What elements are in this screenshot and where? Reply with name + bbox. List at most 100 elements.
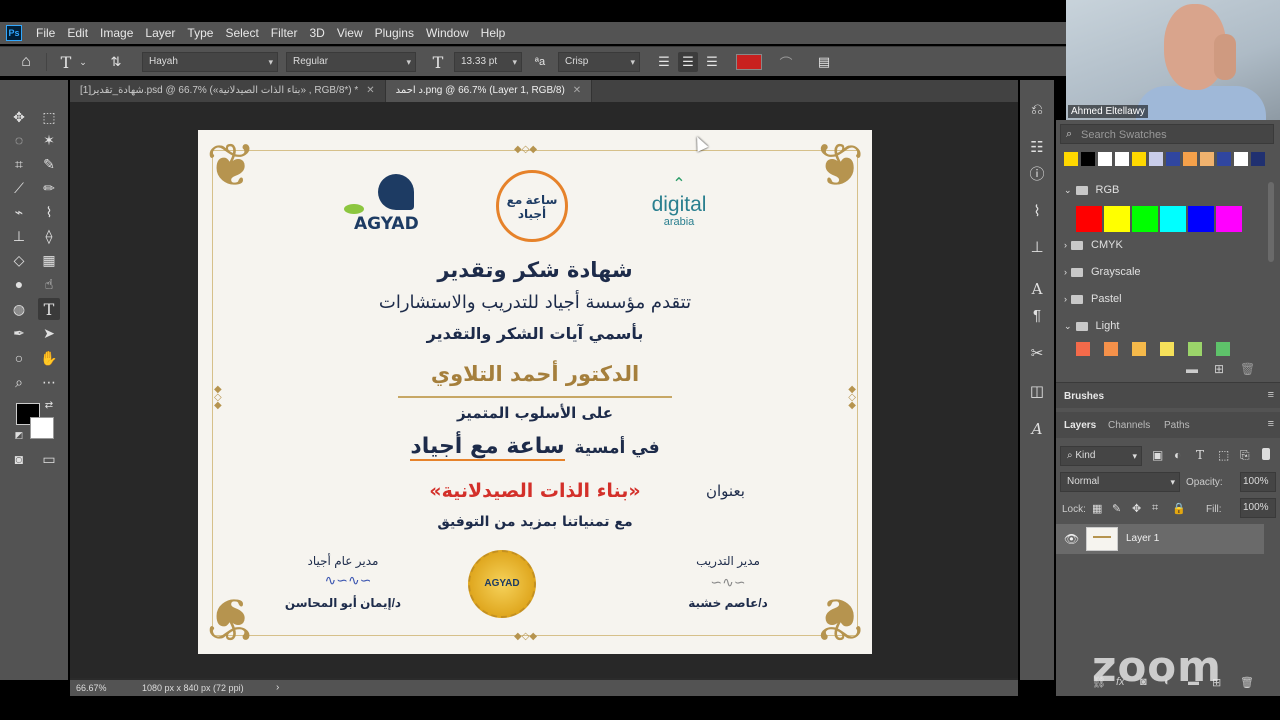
character-panel-icon[interactable]: ▤ <box>814 52 834 72</box>
color-swatch[interactable] <box>1188 206 1214 232</box>
color-swatch[interactable] <box>1216 342 1230 356</box>
color-swatch[interactable] <box>1149 152 1163 166</box>
crop-tool-icon[interactable]: ⌗ <box>8 153 30 175</box>
screen-mode-icon[interactable]: ▭ <box>38 448 60 470</box>
color-swatch[interactable] <box>1132 342 1146 356</box>
close-icon[interactable]: ✕ <box>573 85 581 96</box>
ellipse-tool-icon[interactable]: ○ <box>8 347 30 369</box>
text-color-swatch[interactable] <box>736 54 762 70</box>
tools-panel-icon[interactable]: ✂ <box>1026 342 1048 364</box>
chevron-down-icon[interactable]: ⌄ <box>78 52 88 72</box>
menu-edit[interactable]: Edit <box>61 22 94 44</box>
close-icon[interactable]: ✕ <box>366 85 374 96</box>
color-swatch[interactable] <box>1098 152 1112 166</box>
document-tab-png[interactable]: د احمد.png @ 66.7% (Layer 1, RGB/8) ✕ <box>385 80 593 102</box>
font-style-select[interactable]: Regular ▾ <box>286 52 416 72</box>
lock-transparent-icon[interactable]: ▦ <box>1092 502 1102 515</box>
tab-channels[interactable]: Channels <box>1108 420 1150 431</box>
lock-artboard-icon[interactable]: ⌗ <box>1152 502 1158 515</box>
brush-tool-icon[interactable]: ⌇ <box>38 201 60 223</box>
color-swatch[interactable] <box>1132 206 1158 232</box>
brushes-panel-header[interactable]: Brushes ≡ <box>1056 382 1280 408</box>
color-swatch[interactable] <box>1217 152 1231 166</box>
info-panel-icon[interactable]: ⓘ <box>1026 162 1048 184</box>
pencil-tool-icon[interactable]: ✏ <box>38 177 60 199</box>
opacity-input[interactable]: 100% <box>1240 472 1276 492</box>
menu-type[interactable]: Type <box>181 22 219 44</box>
delete-layer-icon[interactable]: 🗑 <box>1240 676 1254 689</box>
color-swatch[interactable] <box>1188 342 1202 356</box>
color-swatch[interactable] <box>1216 206 1242 232</box>
certificate-canvas[interactable]: ❦ ❦ ❦ ❦ ◆◇◆ ◆◇◆ ◆ ◇ ◆ ◆ ◇ ◆ AGYAD ساعة مع أج… <box>198 130 872 654</box>
clone-source-icon[interactable]: ⊥ <box>1026 236 1048 258</box>
filter-shape-icon[interactable]: ⬚ <box>1218 448 1229 462</box>
color-swatch[interactable] <box>1064 152 1078 166</box>
menu-filter[interactable]: Filter <box>265 22 304 44</box>
default-colors-icon[interactable]: ◩ <box>12 428 26 442</box>
swatch-group-light[interactable]: ⌄ Light <box>1064 316 1119 336</box>
menu-3d[interactable]: 3D <box>303 22 330 44</box>
color-swatch[interactable] <box>1234 152 1248 166</box>
color-swatch[interactable] <box>1166 152 1180 166</box>
brushes-tab[interactable]: Brushes <box>1064 391 1104 402</box>
filter-adjustment-icon[interactable]: ◐ <box>1174 448 1181 462</box>
history-panel-icon[interactable]: ⎌ <box>1026 98 1048 120</box>
visibility-eye-icon[interactable]: 👁 <box>1064 532 1079 546</box>
fill-input[interactable]: 100% <box>1240 498 1276 518</box>
warp-text-icon[interactable]: ⌒ <box>776 52 796 72</box>
brush-settings-icon[interactable]: ⌇ <box>1026 200 1048 222</box>
more-tools-icon[interactable]: ⋯ <box>38 371 60 393</box>
eraser-tool-icon[interactable]: ◇ <box>8 249 30 271</box>
lock-all-icon[interactable]: 🔒 <box>1172 502 1186 515</box>
delete-icon[interactable]: 🗑 <box>1240 362 1255 376</box>
menu-layer[interactable]: Layer <box>139 22 181 44</box>
menu-plugins[interactable]: Plugins <box>369 22 420 44</box>
healing-brush-tool-icon[interactable]: ⟋ <box>8 177 30 199</box>
swatch-group-pastel[interactable]: › Pastel <box>1064 289 1122 309</box>
color-swatch[interactable] <box>1160 206 1186 232</box>
gradient-tool-icon[interactable]: ▦ <box>38 249 60 271</box>
new-group-icon[interactable]: ▬ <box>1186 362 1198 376</box>
tab-paths[interactable]: Paths <box>1164 420 1190 431</box>
font-size-select[interactable]: 13.33 pt ▾ <box>454 52 522 72</box>
color-swatch[interactable] <box>1081 152 1095 166</box>
tab-layers[interactable]: Layers <box>1064 420 1096 431</box>
color-swatch[interactable] <box>1076 206 1102 232</box>
background-color-swatch[interactable] <box>30 417 54 439</box>
lock-position-icon[interactable]: ✥ <box>1132 502 1141 515</box>
zoom-level[interactable]: 66.67% <box>76 683 107 693</box>
color-swatch[interactable] <box>1251 152 1265 166</box>
swap-colors-icon[interactable]: ⇄ <box>42 398 56 412</box>
font-family-select[interactable]: Hayah ▾ <box>142 52 278 72</box>
swatch-group-cmyk[interactable]: › CMYK <box>1064 235 1123 255</box>
quick-mask-icon[interactable]: ◙ <box>8 448 30 470</box>
layer-row[interactable]: 👁 Layer 1 <box>1056 524 1264 554</box>
document-tab-psd[interactable]: شهادة_تقدير[1].psd @ 66.7% («بناء الذات … <box>70 80 386 102</box>
paragraph-panel-icon[interactable]: ¶ <box>1026 304 1048 326</box>
dodge-tool-icon[interactable]: ◍ <box>8 298 30 320</box>
history-brush-tool-icon[interactable]: ⌁ <box>8 201 30 223</box>
align-right-icon[interactable]: ☰ <box>702 52 722 72</box>
lock-image-icon[interactable]: ✎ <box>1112 502 1121 515</box>
menu-window[interactable]: Window <box>420 22 475 44</box>
pen-tool-icon[interactable]: ✒ <box>8 322 30 344</box>
panel-menu-icon[interactable]: ≡ <box>1268 389 1274 401</box>
color-swatch[interactable] <box>1076 342 1090 356</box>
eyedropper-tool-icon[interactable]: ✎ <box>38 153 60 175</box>
smudge-tool-icon[interactable]: ☝ <box>38 273 60 295</box>
menu-image[interactable]: Image <box>94 22 139 44</box>
text-orientation-icon[interactable]: ⇅ <box>106 52 126 72</box>
color-swatch[interactable] <box>1200 152 1214 166</box>
swatch-search-field[interactable]: ⌕ Search Swatches <box>1060 124 1274 144</box>
anti-alias-select[interactable]: Crisp ▾ <box>558 52 640 72</box>
panel-menu-icon[interactable]: ≡ <box>1268 418 1274 430</box>
filter-type-icon[interactable]: T <box>1196 448 1204 462</box>
character-panel-icon[interactable]: A <box>1026 278 1048 300</box>
new-swatch-icon[interactable]: ⊞ <box>1214 362 1224 376</box>
magic-wand-tool-icon[interactable]: ✶ <box>38 129 60 151</box>
hand-tool-icon[interactable]: ✋ <box>38 347 60 369</box>
type-tool-preset-icon[interactable]: T <box>56 52 76 72</box>
align-left-icon[interactable]: ☰ <box>654 52 674 72</box>
filter-smart-object-icon[interactable]: ⎘ <box>1240 448 1250 463</box>
color-swatch[interactable] <box>1104 206 1130 232</box>
